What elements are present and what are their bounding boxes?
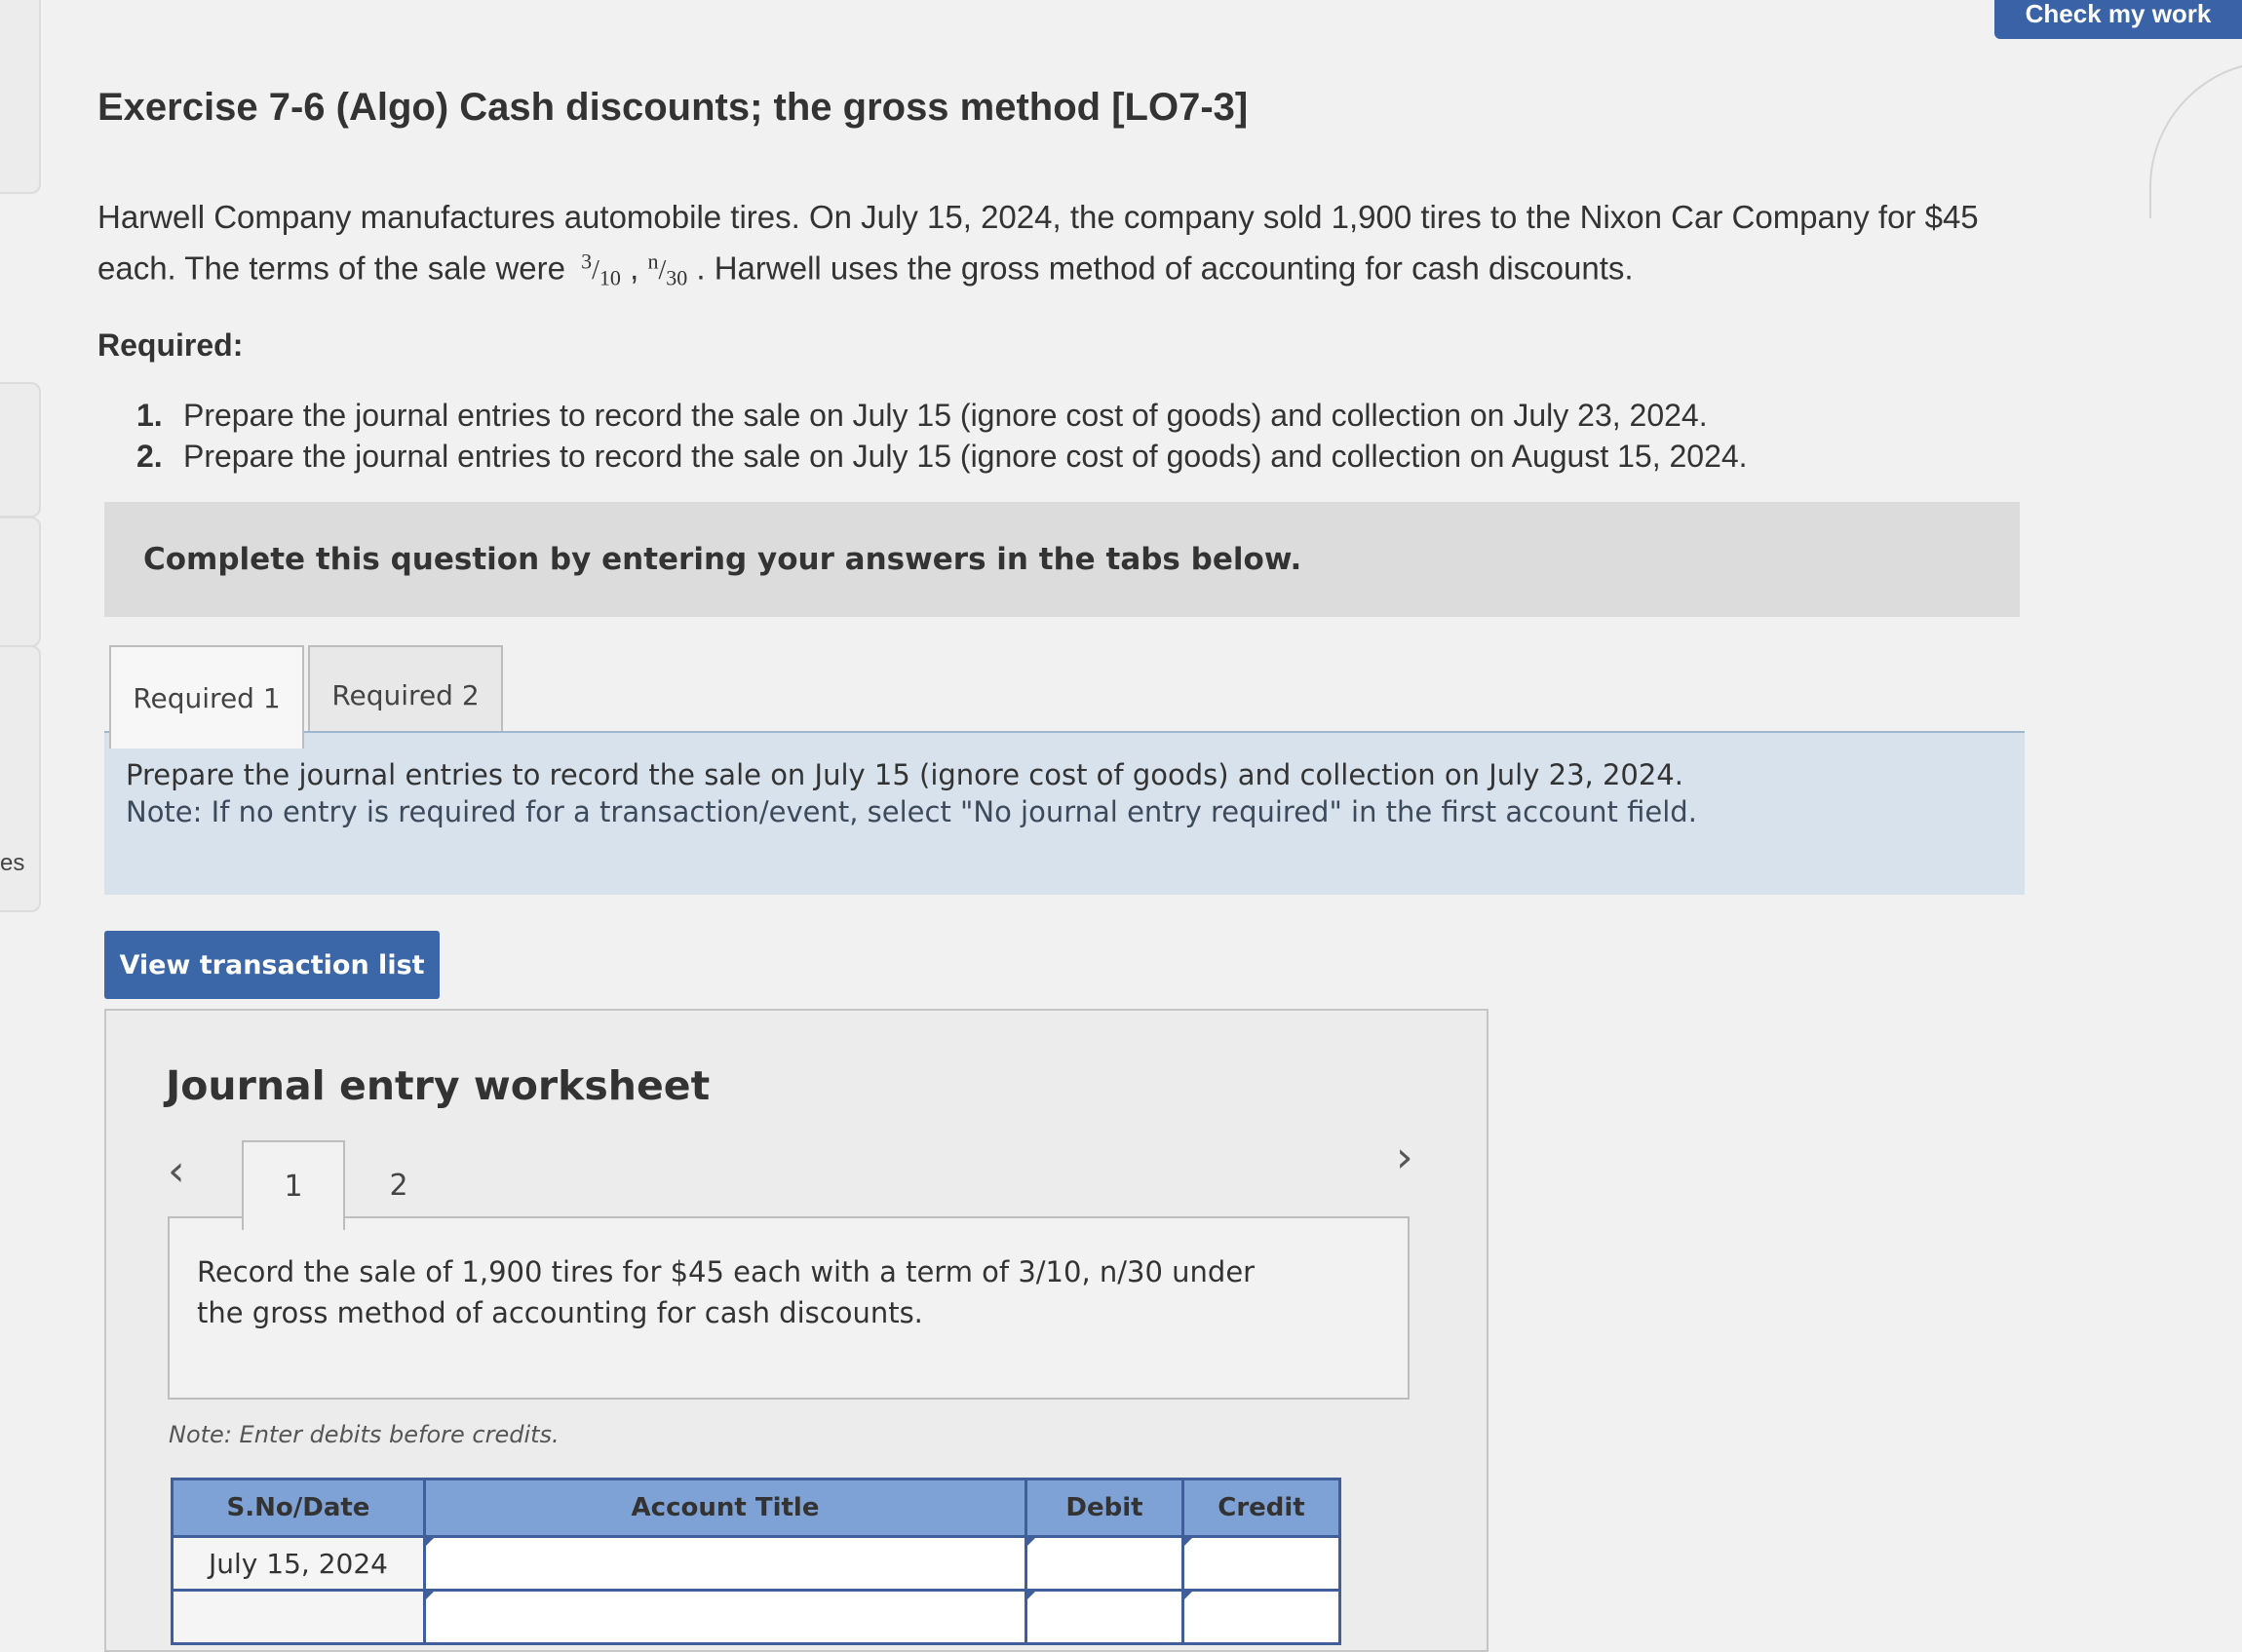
debit-field[interactable] <box>1024 1589 1184 1645</box>
problem-description: Harwell Company manufactures automobile … <box>97 195 2008 301</box>
chevron-right-icon[interactable]: › <box>1396 1136 1413 1179</box>
credit-field[interactable] <box>1181 1535 1341 1592</box>
table-row <box>171 1589 1341 1645</box>
left-sidebar-edge: es <box>0 0 41 1633</box>
column-header-credit: Credit <box>1181 1478 1341 1538</box>
term-separator: , <box>630 250 639 287</box>
column-header-account: Account Title <box>423 1478 1027 1538</box>
view-transaction-list-button[interactable]: View transaction list <box>104 931 440 999</box>
intro-line-2: each. The terms of the sale were 3/10 , … <box>97 240 2008 301</box>
debits-note: Note: Enter debits before credits. <box>169 1421 560 1448</box>
requirement-text: Prepare the journal entries to record th… <box>183 398 1708 433</box>
account-title-field[interactable] <box>423 1535 1027 1592</box>
list-item: 1. Prepare the journal entries to record… <box>136 395 1950 436</box>
requirement-text: Prepare the journal entries to record th… <box>183 439 1748 474</box>
panel-instruction: Prepare the journal entries to record th… <box>126 758 1683 791</box>
left-edge-tab <box>0 517 41 647</box>
account-title-field[interactable] <box>423 1589 1027 1645</box>
term1-denominator: 10 <box>599 265 621 290</box>
list-item: 2. Prepare the journal entries to record… <box>136 436 1950 477</box>
term-fraction-1: 3/10 <box>581 250 621 290</box>
page-title: Exercise 7-6 (Algo) Cash discounts; the … <box>97 86 1249 129</box>
requirements-list: 1. Prepare the journal entries to record… <box>136 395 1950 477</box>
tab-required-2[interactable]: Required 2 <box>308 645 503 743</box>
term2-numerator: n <box>647 250 659 274</box>
requirement-number: 1. <box>136 398 163 433</box>
panel-note: Note: If no entry is required for a tran… <box>126 795 1697 828</box>
instruction-text: Complete this question by entering your … <box>143 542 1302 577</box>
worksheet-title: Journal entry worksheet <box>166 1062 711 1109</box>
check-my-work-button[interactable]: Check my work <box>1994 0 2242 39</box>
debit-field[interactable] <box>1024 1535 1184 1592</box>
column-header-date: S.No/Date <box>171 1478 426 1538</box>
intro-line-2-end: . Harwell uses the gross method of accou… <box>696 250 1634 287</box>
worksheet-description: Record the sale of 1,900 tires for $45 e… <box>168 1216 1410 1400</box>
required-1-instructions: Prepare the journal entries to record th… <box>104 731 2025 895</box>
column-header-debit: Debit <box>1024 1478 1184 1538</box>
instruction-banner: Complete this question by entering your … <box>104 502 2020 617</box>
decorative-curve <box>2149 60 2242 218</box>
requirement-number: 2. <box>136 439 163 474</box>
credit-field[interactable] <box>1181 1589 1341 1645</box>
intro-line-1: Harwell Company manufactures automobile … <box>97 199 1979 235</box>
left-edge-tab <box>0 382 41 518</box>
left-edge-label: es <box>0 850 25 876</box>
description-line-1: Record the sale of 1,900 tires for $45 e… <box>197 1255 1256 1288</box>
journal-table: S.No/Date Account Title Debit Credit Jul… <box>171 1478 1341 1645</box>
description-line-2: the gross method of accounting for cash … <box>197 1296 923 1329</box>
left-edge-tab <box>0 0 41 194</box>
intro-line-2-start: each. The terms of the sale were <box>97 250 565 287</box>
required-heading: Required: <box>97 327 244 363</box>
tab-required-1[interactable]: Required 1 <box>109 645 304 749</box>
term-fraction-2: n/30 <box>647 250 688 290</box>
term2-denominator: 30 <box>666 265 688 290</box>
term1-numerator: 3 <box>581 250 593 274</box>
date-cell: July 15, 2024 <box>171 1535 426 1592</box>
worksheet-page-1[interactable]: 1 <box>242 1140 345 1230</box>
date-cell <box>171 1589 426 1645</box>
table-header-row: S.No/Date Account Title Debit Credit <box>171 1478 1341 1538</box>
chevron-left-icon[interactable]: ‹ <box>168 1150 185 1193</box>
table-row: July 15, 2024 <box>171 1535 1341 1592</box>
